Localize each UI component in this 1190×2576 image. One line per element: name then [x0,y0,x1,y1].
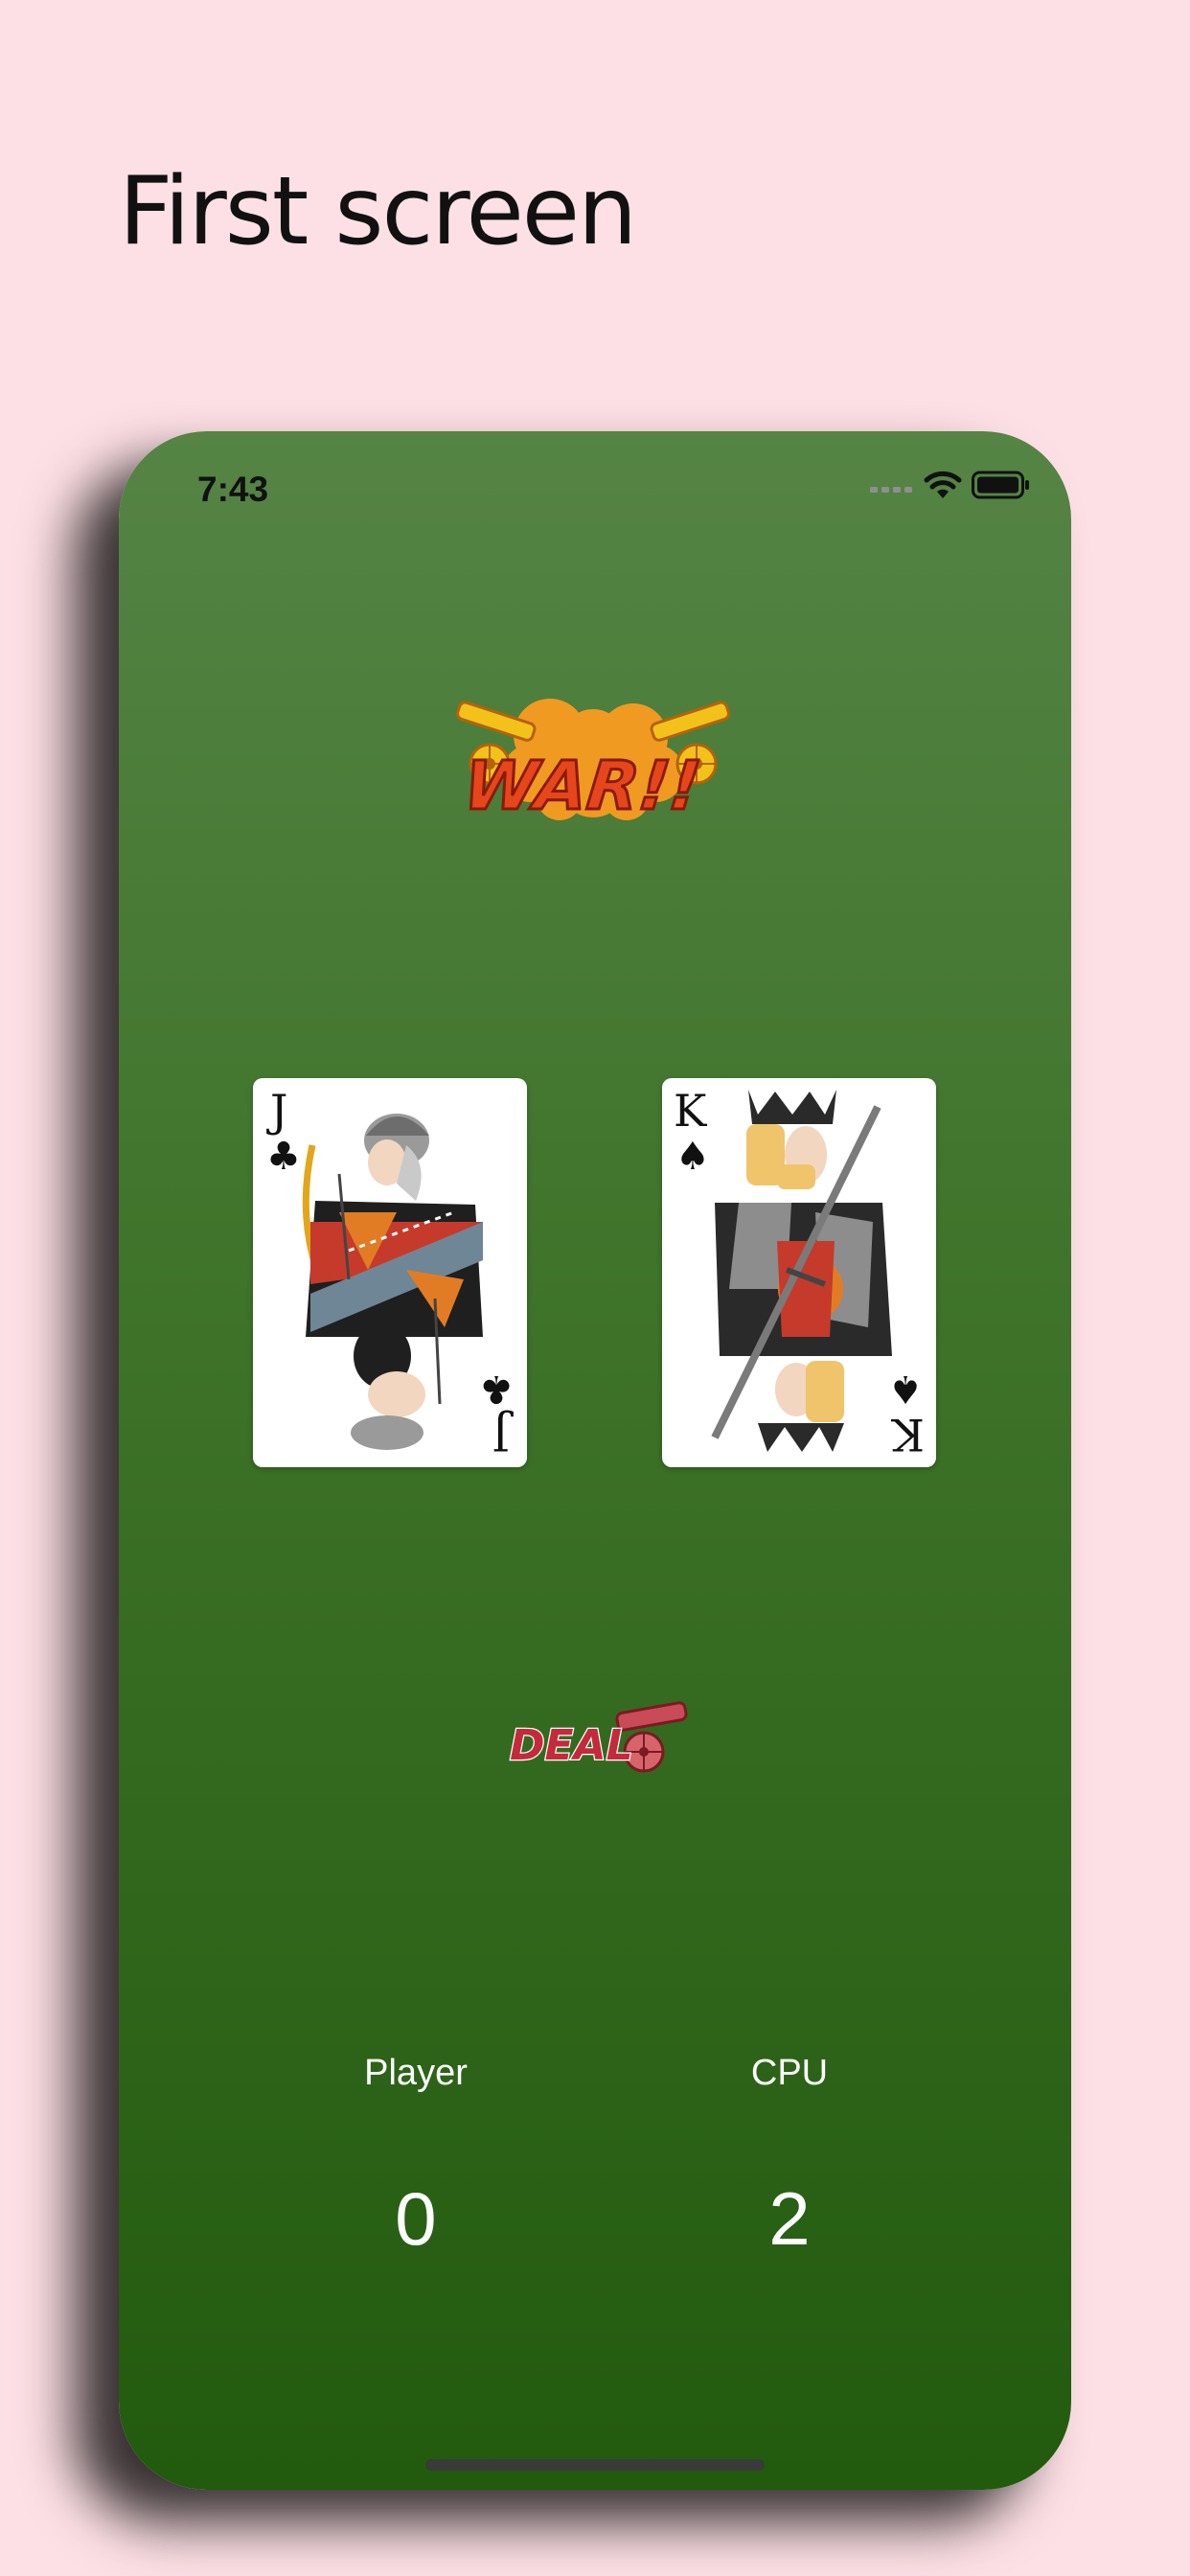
wifi-icon [924,471,962,498]
cpu-card: K ♠ K ♠ [662,1078,936,1467]
svg-text:K: K [674,1085,708,1137]
cellular-signal-icon [870,487,912,493]
deal-button[interactable]: DEAL [502,1696,694,1782]
cpu-label: CPU [750,2053,829,2093]
status-time: 7:43 [197,470,269,509]
svg-text:J: J [492,1409,514,1460]
war-logo: WAR!! [449,682,737,836]
player-label: Player [364,2053,468,2093]
player-card: J ♣ J ♣ [253,1078,527,1467]
svg-text:♠: ♠ [675,1135,710,1179]
svg-text:♠: ♠ [888,1367,923,1411]
status-icons [870,470,1031,500]
deal-button-label: DEAL [510,1721,633,1770]
svg-text:J: J [266,1085,287,1137]
home-indicator[interactable] [425,2459,765,2471]
battery-icon [972,471,1029,499]
svg-text:♣: ♣ [266,1135,301,1179]
war-logo-text: WAR!! [460,747,704,825]
player-score: 0 [395,2176,437,2261]
page-heading: First screen [119,157,637,266]
cpu-score: 2 [768,2176,811,2261]
phone-screen: 7:43 WAR!! J ♣ J ♣ K ♠ K ♠ DEAL Player C… [119,431,1071,2490]
svg-text:♣: ♣ [479,1367,514,1411]
svg-text:K: K [890,1409,925,1460]
